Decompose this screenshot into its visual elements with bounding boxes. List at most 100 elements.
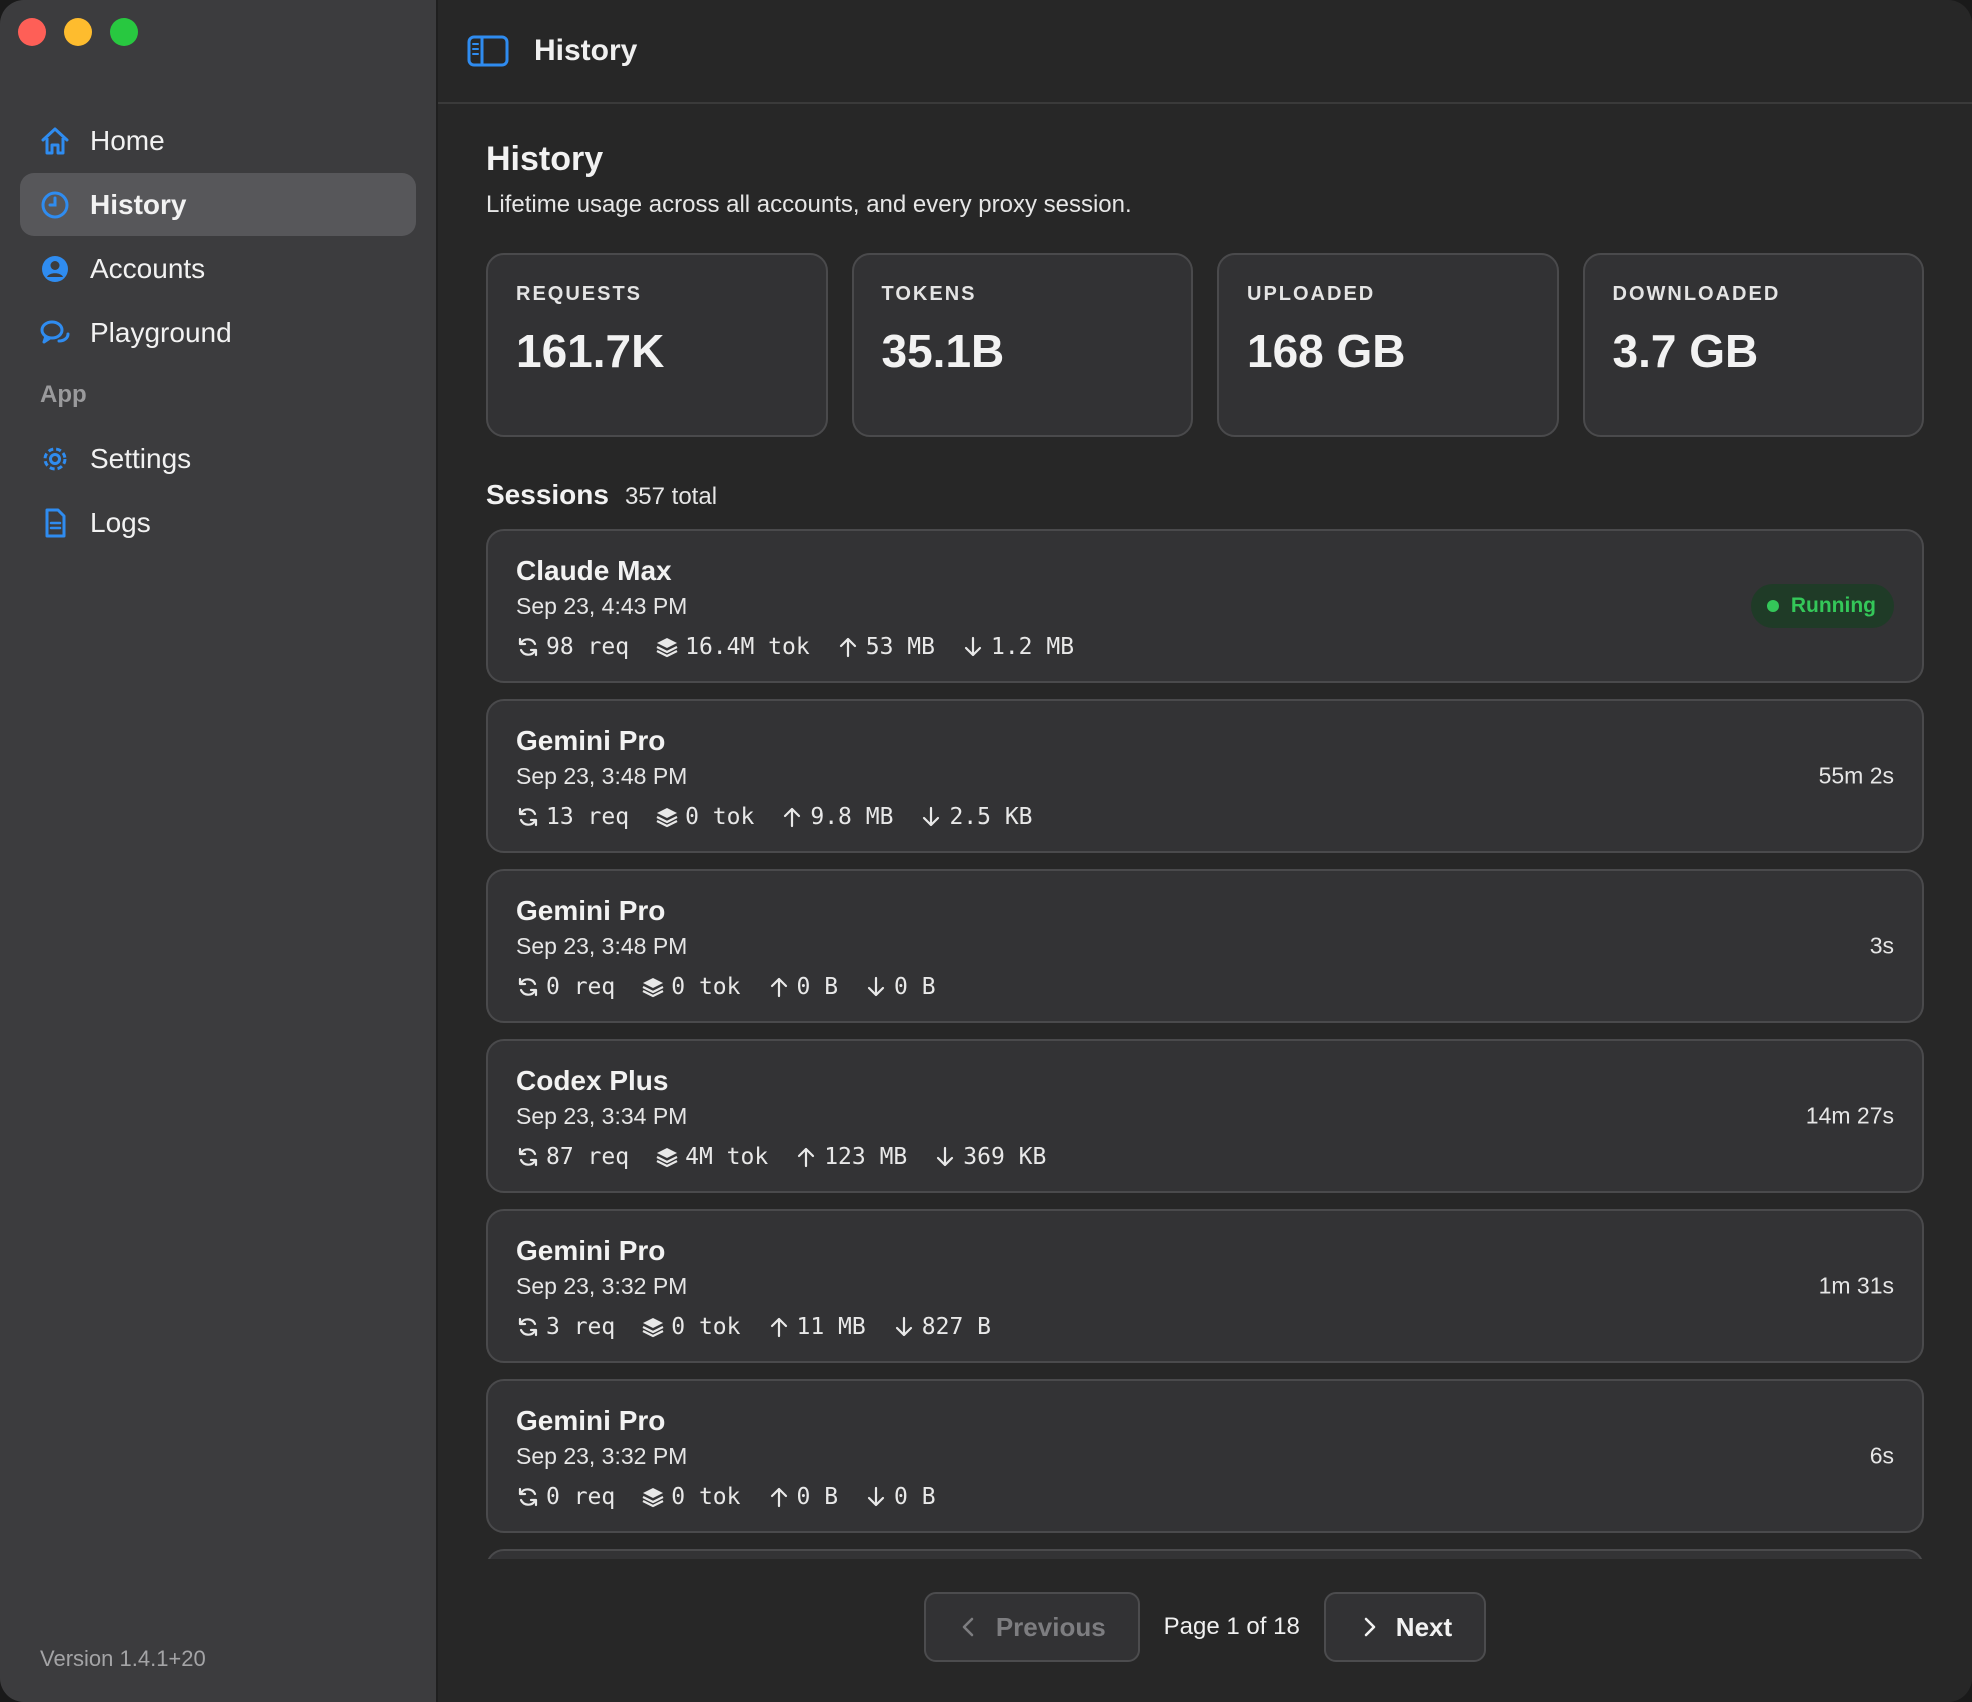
- sessions-list[interactable]: Claude Max Sep 23, 4:43 PM 98 req 16.4M tok…: [486, 529, 1924, 1559]
- page-subtitle: Lifetime usage across all accounts, and …: [486, 191, 1132, 218]
- metric-value: 0 req: [546, 974, 616, 1000]
- main-panel: History History Lifetime usage across al…: [438, 0, 1972, 1702]
- chevron-left-icon: [962, 1617, 974, 1637]
- session-name: Gemini Pro: [516, 895, 666, 926]
- layers-icon: [642, 1318, 664, 1338]
- session-metrics: 0 req 0 tok 0 B 0 B: [516, 1484, 1894, 1510]
- chevron-right-icon: [1364, 1617, 1376, 1637]
- stat-card-requests: REQUESTS 161.7K: [486, 253, 828, 437]
- sidebar-section-label: App: [40, 381, 87, 408]
- session-row[interactable]: Codex Plus Sep 23, 3:34 PM 87 req 4M tok 123…: [486, 1039, 1924, 1193]
- session-date: Sep 23, 3:32 PM: [516, 1273, 688, 1299]
- metric-value: 53 MB: [865, 634, 935, 660]
- session-row[interactable]: Gemini Pro Sep 23, 3:32 PM 0 req 0 tok 0 B0 …: [486, 1379, 1924, 1533]
- metric-value: 9.8 MB: [810, 804, 894, 830]
- arrow-up-icon: [784, 807, 801, 828]
- refresh-icon: [518, 1147, 538, 1167]
- session-row[interactable]: Gemini Pro Sep 23, 3:48 PM 13 req 0 tok 9.8 …: [486, 699, 1924, 853]
- sidebar-toggle-icon[interactable]: [466, 33, 510, 69]
- sidebar-item-logs[interactable]: Logs: [20, 491, 416, 554]
- window-controls: [18, 18, 138, 46]
- session-row[interactable]: Gemini Pro Sep 23, 3:48 PM 0 req 0 tok 0 B0 …: [486, 869, 1924, 1023]
- session-row[interactable]: Gemini Pro Sep 23, 3:32 PM 3 req 0 tok 11 MB…: [486, 1209, 1924, 1363]
- close-window-button[interactable]: [18, 18, 46, 46]
- stat-card-tokens: TOKENS 35.1B: [851, 253, 1193, 437]
- arrow-down-icon: [964, 636, 982, 657]
- session-row[interactable]: Claude Max Sep 23, 4:43 PM 98 req 16.4M tok…: [486, 529, 1924, 683]
- metric-value: 123 MB: [824, 1144, 908, 1170]
- arrow-down-icon: [895, 1316, 912, 1337]
- session-date: Sep 23, 3:32 PM: [516, 1443, 688, 1469]
- session-name: Gemini Pro: [516, 1405, 666, 1436]
- sidebar-item-history[interactable]: History: [20, 173, 416, 236]
- stats-row: REQUESTS 161.7K TOKENS 35.1B UPLOADED 16…: [486, 253, 1924, 437]
- refresh-icon: [518, 807, 538, 827]
- metric-value: 0 tok: [671, 974, 741, 1000]
- metric-value: 16.4M tok: [685, 634, 810, 660]
- metric-value: 0 B: [894, 1484, 936, 1510]
- window-title: History: [534, 34, 638, 67]
- metric-downloaded: 2.5 KB: [919, 804, 1033, 830]
- session-date: Sep 23, 3:48 PM: [516, 933, 688, 959]
- arrow-down-icon: [867, 1486, 885, 1507]
- sidebar-item-home[interactable]: Home: [20, 109, 416, 172]
- metric-tokens: 0 tok: [641, 1484, 741, 1510]
- metric-downloaded: 369 KB: [933, 1144, 1046, 1170]
- page-indicator: Page 1 of 18: [1163, 1613, 1300, 1640]
- history-content: History Lifetime usage across all accoun…: [486, 104, 1924, 1559]
- session-row[interactable]: [486, 1549, 1924, 1559]
- stat-card-downloaded: DOWNLOADED 3.7 GB: [1582, 253, 1924, 437]
- metric-value: 0 tok: [685, 804, 755, 830]
- metric-tokens: 16.4M tok: [655, 634, 810, 660]
- status-dot-icon: [1766, 600, 1779, 612]
- minimize-window-button[interactable]: [64, 18, 92, 46]
- metric-requests: 0 req: [516, 1484, 615, 1510]
- app-window: Home History Accounts Playground App Set…: [0, 0, 1972, 1702]
- sidebar-item-settings[interactable]: Settings: [20, 427, 416, 490]
- previous-page-label: Previous: [995, 1611, 1106, 1642]
- metric-requests: 3 req: [516, 1314, 615, 1340]
- session-metrics: 13 req 0 tok 9.8 MB 2.5 KB: [516, 804, 1894, 830]
- sessions-count: 357 total: [624, 483, 718, 510]
- session-date: Sep 23, 3:48 PM: [516, 763, 688, 789]
- sidebar-item-label: Settings: [90, 442, 192, 474]
- metric-value: 1.2 MB: [990, 634, 1075, 660]
- metric-tokens: 0 tok: [655, 804, 754, 830]
- metric-uploaded: 0 B: [767, 974, 838, 1000]
- session-date: Sep 23, 3:34 PM: [516, 1103, 688, 1129]
- metric-value: 827 B: [921, 1314, 991, 1340]
- metric-downloaded: 1.2 MB: [961, 634, 1074, 660]
- stat-value: 35.1B: [881, 325, 1005, 377]
- metric-value: 369 KB: [963, 1144, 1047, 1170]
- session-duration: 55m 2s: [1818, 762, 1894, 789]
- sidebar-item-label: Playground: [90, 316, 232, 348]
- metric-value: 11 MB: [796, 1314, 866, 1340]
- chat-bubbles-icon: [38, 316, 72, 350]
- previous-page-button[interactable]: Previous: [923, 1592, 1140, 1662]
- session-name: Claude Max: [516, 555, 672, 586]
- metric-uploaded: 0 B: [767, 1484, 839, 1510]
- session-metrics: 0 req 0 tok 0 B 0 B: [516, 974, 1894, 1000]
- session-metrics: 98 req 16.4M tok 53 MB 1.2 MB: [516, 634, 1894, 660]
- zoom-window-button[interactable]: [110, 18, 138, 46]
- stat-value: 3.7 GB: [1612, 325, 1759, 377]
- next-page-button[interactable]: Next: [1323, 1592, 1487, 1662]
- sidebar-item-label: Home: [90, 124, 165, 156]
- metric-downloaded: 0 B: [864, 974, 936, 1000]
- refresh-icon: [518, 637, 538, 657]
- stat-card-uploaded: UPLOADED 168 GB: [1217, 253, 1559, 437]
- session-name: Gemini Pro: [516, 725, 666, 756]
- sidebar-item-accounts[interactable]: Accounts: [20, 237, 416, 300]
- page-title: History: [486, 140, 604, 178]
- arrow-up-icon: [770, 1487, 787, 1508]
- metric-value: 0 tok: [671, 1484, 741, 1510]
- sidebar-item-playground[interactable]: Playground: [20, 301, 416, 364]
- metric-downloaded: 827 B: [892, 1314, 991, 1340]
- metric-value: 87 req: [546, 1144, 630, 1170]
- metric-uploaded: 53 MB: [836, 634, 935, 660]
- metric-requests: 87 req: [516, 1144, 629, 1170]
- session-duration: 6s: [1869, 1442, 1894, 1469]
- arrow-up-icon: [770, 977, 787, 998]
- metric-value: 0 B: [796, 1484, 839, 1510]
- arrow-down-icon: [937, 1146, 954, 1167]
